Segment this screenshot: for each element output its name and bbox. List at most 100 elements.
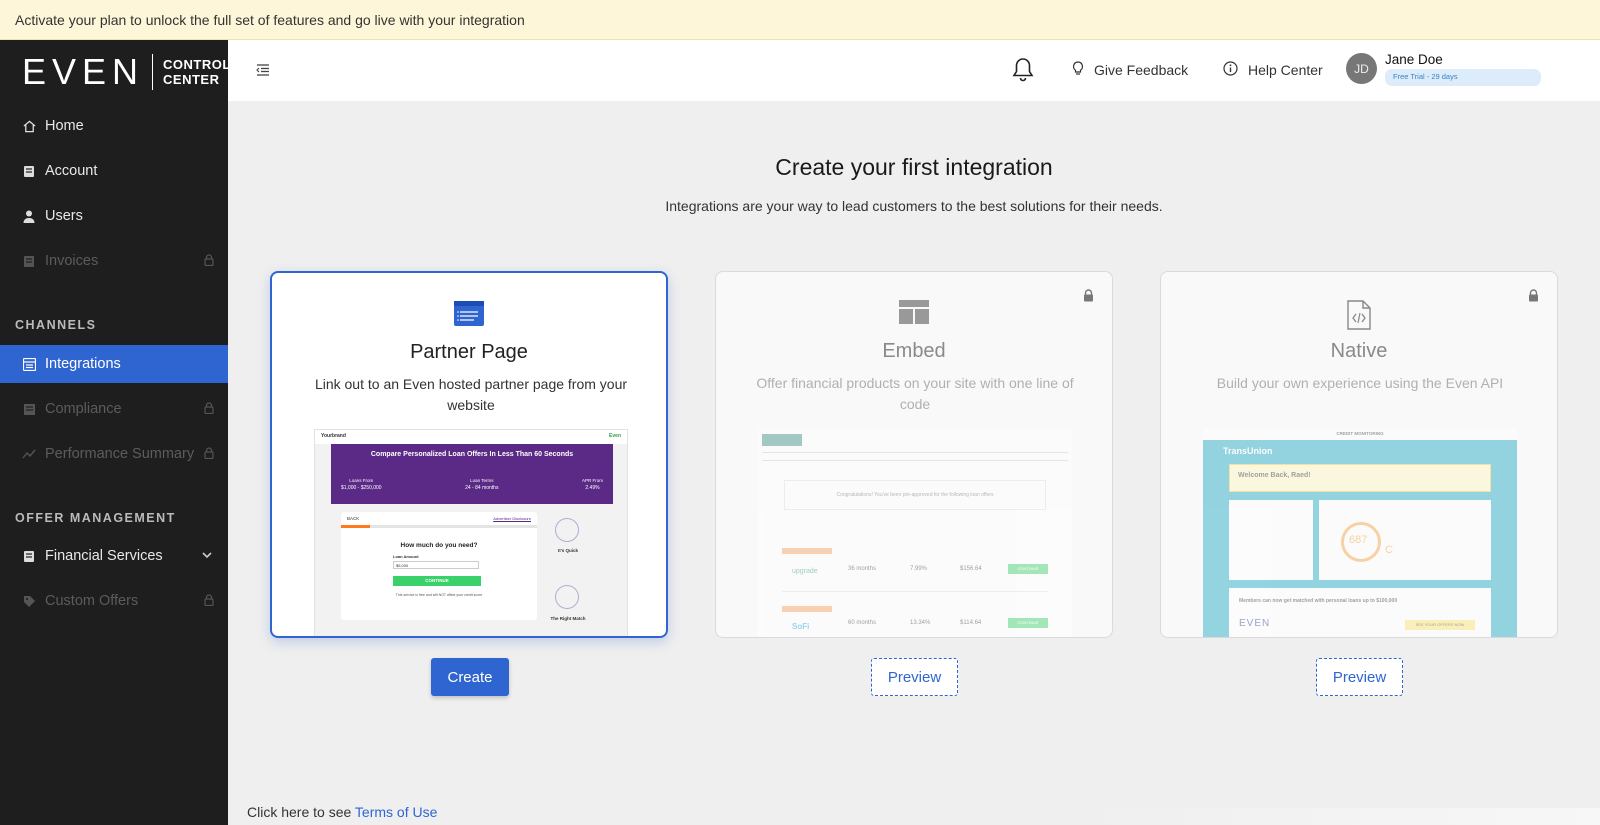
embed-preview-button[interactable]: Preview (871, 658, 958, 696)
menu-collapse-icon[interactable] (256, 63, 270, 81)
preview-clock-icon (555, 518, 579, 542)
avatar[interactable]: JD (1346, 53, 1377, 84)
sidebar-item-label: Invoices (45, 253, 99, 269)
preview-stat: APR From 2.49% (582, 478, 603, 491)
preview-stat-value: 2.49% (585, 485, 600, 491)
preview-stat-label: APR From (581, 478, 603, 483)
preview-nav-divider (762, 460, 1068, 461)
preview-welcome: Welcome Back, Raed! (1229, 464, 1491, 492)
partner-page-preview-image: Yourbrand Even Compare Personalized Loan… (314, 429, 628, 636)
logo-subtitle: CONTROL CENTER (163, 57, 231, 87)
code-file-icon (1347, 300, 1371, 335)
preview-term: 60 months (848, 620, 877, 626)
preview-term: 36 months (848, 566, 877, 572)
preview-hero: Compare Personalized Loan Offers In Less… (331, 444, 613, 504)
integrations-icon (22, 357, 36, 371)
lock-icon (204, 402, 214, 418)
logo-wordmark: EVEN (22, 51, 145, 92)
footer-text: Click here to see (247, 804, 355, 820)
preview-stat-value: $1,000 - $250,000 (341, 485, 382, 491)
even-logo[interactable]: EVEN CONTROL CENTER (22, 54, 231, 90)
preview-field-value: $5,000 (393, 561, 479, 569)
page-title: Create your first integration (775, 154, 1053, 180)
footer-fade (1080, 808, 1600, 825)
invoice-icon (22, 254, 36, 268)
preview-side1: It's Quick (557, 548, 579, 553)
info-icon (1223, 61, 1248, 79)
offer-management-section-label: OFFER MANAGEMENT (15, 511, 176, 525)
sidebar-item-financial-services[interactable]: Financial Services (0, 537, 228, 575)
embed-card[interactable]: Embed Offer financial products on your s… (715, 271, 1113, 638)
chart-line-icon (22, 447, 36, 461)
preview-score: 687 (1349, 534, 1368, 546)
preview-continue: CONTINUE (393, 576, 481, 586)
embed-preview-image: Congratulations! You've been pre-approve… (758, 428, 1072, 637)
sidebar-item-label: Home (45, 118, 84, 134)
preview-apr: 13.34% (910, 620, 931, 626)
preview-handshake-icon (555, 585, 579, 609)
sidebar-item-integrations[interactable]: Integrations (0, 345, 228, 383)
logo-divider (152, 54, 154, 90)
sidebar-item-account[interactable]: Account (0, 152, 228, 190)
preview-offer-row: SoFi 60 months 13.34% $114.64 CONTINUE (782, 614, 1048, 637)
compliance-icon (22, 402, 36, 416)
lock-icon (1528, 289, 1539, 307)
preview-lender: SoFi (792, 622, 810, 631)
partner-page-card[interactable]: Partner Page Link out to an Even hosted … (270, 271, 668, 638)
preview-brand: Yourbrand (321, 433, 346, 439)
preview-monitoring-header: CREDIT MONITORING (1203, 428, 1517, 440)
preview-stat: Loans From $1,000 - $250,000 (341, 478, 382, 491)
logo-center: CENTER (163, 72, 220, 87)
preview-transunion: TransUnion (1223, 446, 1273, 456)
preview-nav-divider (762, 452, 1068, 453)
native-card[interactable]: Native Build your own experience using t… (1160, 271, 1558, 638)
native-preview-button[interactable]: Preview (1316, 658, 1403, 696)
layout-icon (899, 300, 929, 329)
preview-side2: The Right Match (550, 616, 586, 621)
sidebar-item-label: Financial Services (45, 548, 163, 564)
preview-headline: Compare Personalized Loan Offers In Less… (370, 451, 574, 458)
sidebar-item-label: Compliance (45, 401, 122, 417)
preview-score-panel: 687 C (1319, 500, 1491, 580)
card-description: Link out to an Even hosted partner page … (314, 376, 628, 413)
preview-grade: C (1385, 544, 1393, 556)
user-name[interactable]: Jane Doe (1385, 52, 1443, 67)
lock-icon (1083, 289, 1094, 307)
preview-payment: $156.64 (960, 566, 982, 572)
preview-stat: Loan Terms 24 - 84 months (465, 478, 498, 491)
preview-stat-label: Loan Terms (470, 478, 494, 483)
chevron-down-icon (202, 548, 212, 562)
top-bar: Give Feedback Help Center JD Jane Doe Fr… (228, 40, 1600, 101)
sidebar-item-performance-summary: Performance Summary (0, 435, 228, 473)
terms-of-use-link[interactable]: Terms of Use (355, 804, 437, 820)
sidebar-item-invoices: Invoices (0, 242, 228, 280)
preview-powered: Even (609, 433, 621, 439)
preview-field-label: Loan Amount (393, 554, 419, 559)
sidebar-item-label: Users (45, 208, 83, 224)
tag-icon (22, 594, 36, 608)
help-center-button[interactable]: Help Center (1223, 61, 1323, 79)
notification-bell-icon[interactable] (1012, 57, 1034, 87)
lock-icon (204, 254, 214, 270)
preview-ribbon (782, 548, 832, 554)
page-subtitle: Integrations are your way to lead custom… (665, 198, 1163, 214)
native-preview-image: CREDIT MONITORING TransUnion Welcome Bac… (1203, 428, 1517, 637)
preview-promo: Members can now get matched with persona… (1229, 588, 1491, 637)
sidebar-item-home[interactable]: Home (0, 107, 228, 145)
give-feedback-button[interactable]: Give Feedback (1072, 61, 1188, 79)
sidebar-item-users[interactable]: Users (0, 197, 228, 235)
preview-row-cta: CONTINUE (1008, 564, 1048, 574)
sidebar-item-label: Integrations (45, 356, 121, 372)
preview-question: How much do you need? (400, 542, 478, 549)
card-description: Build your own experience using the Even… (1216, 375, 1504, 391)
preview-congrats: Congratulations! You've been pre-approve… (784, 480, 1046, 510)
preview-lender: upgrade (792, 568, 818, 575)
preview-offer-row: upgrade 36 months 7.99% $156.64 CONTINUE (782, 556, 1048, 592)
preview-even-logo: EVEN (1239, 618, 1271, 629)
create-button[interactable]: Create (431, 658, 509, 696)
preview-promo-cta: SEE YOUR OFFERS NOW (1405, 620, 1475, 630)
browser-window-icon (454, 301, 484, 331)
card-title: Partner Page (410, 341, 528, 363)
preview-progress (341, 525, 537, 528)
trial-status-badge: Free Trial - 29 days (1385, 69, 1541, 86)
